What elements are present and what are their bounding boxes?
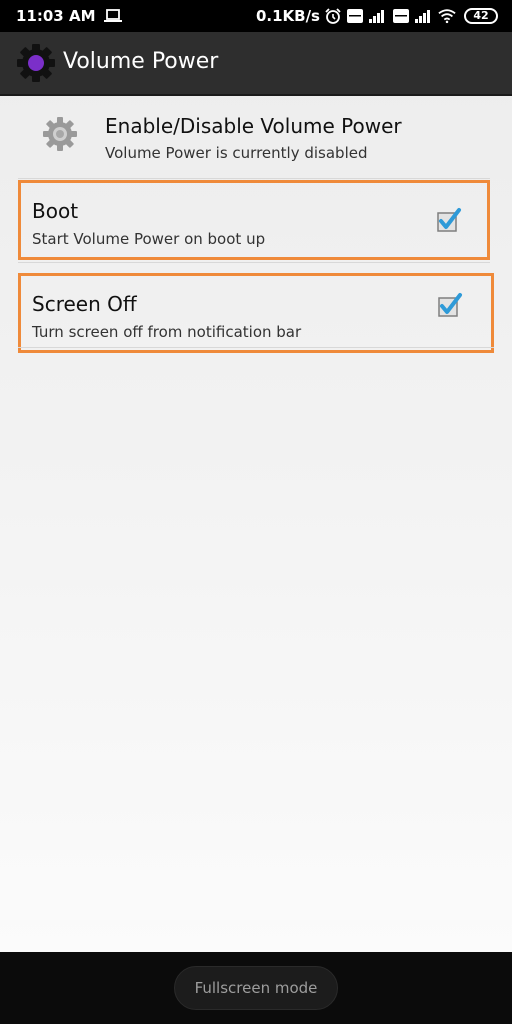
laptop-icon <box>103 9 122 22</box>
fullscreen-mode-button[interactable]: Fullscreen mode <box>174 966 338 1010</box>
screen-off-summary: Turn screen off from notification bar <box>32 323 302 341</box>
volte-icon <box>393 9 409 23</box>
screen-off-title: Screen Off <box>32 292 137 316</box>
battery-icon: 42 <box>464 8 498 24</box>
master-toggle-title: Enable/Disable Volume Power <box>105 114 402 138</box>
boot-title: Boot <box>32 199 79 223</box>
screen-off-checkbox[interactable] <box>434 291 464 321</box>
boot-preference-row[interactable]: Boot Start Volume Power on boot up <box>18 180 490 260</box>
boot-checkbox[interactable] <box>433 206 463 236</box>
signal-icon <box>369 10 384 23</box>
navigation-bar: Fullscreen mode <box>0 952 512 1024</box>
network-speed: 0.1KB/s <box>255 7 320 25</box>
signal-icon <box>415 10 430 23</box>
status-left-group: 11:03 AM <box>16 7 122 25</box>
divider <box>18 178 490 179</box>
volte-icon <box>347 9 363 23</box>
master-toggle-row[interactable]: Enable/Disable Volume Power Volume Power… <box>18 96 494 178</box>
boot-summary: Start Volume Power on boot up <box>32 230 266 248</box>
app-bar: Volume Power <box>0 32 512 96</box>
status-right-group: 0.1KB/s 42 <box>256 7 498 25</box>
divider <box>18 262 490 263</box>
screen-off-preference-row[interactable]: Screen Off Turn screen off from notifica… <box>18 273 494 353</box>
gear-icon <box>43 117 77 151</box>
app-title: Volume Power <box>63 49 219 74</box>
alarm-icon <box>325 8 341 24</box>
wifi-icon <box>438 9 456 24</box>
status-time: 11:03 AM <box>16 7 96 25</box>
battery-level: 42 <box>473 9 489 22</box>
master-toggle-summary: Volume Power is currently disabled <box>105 144 368 162</box>
logo-accent-dot <box>28 55 44 71</box>
divider <box>18 347 494 348</box>
status-bar: 11:03 AM 0.1KB/s 42 <box>0 0 512 32</box>
app-screen: 11:03 AM 0.1KB/s 42 Volume Power Enable/… <box>0 0 512 1024</box>
gear-logo-icon <box>17 44 55 82</box>
